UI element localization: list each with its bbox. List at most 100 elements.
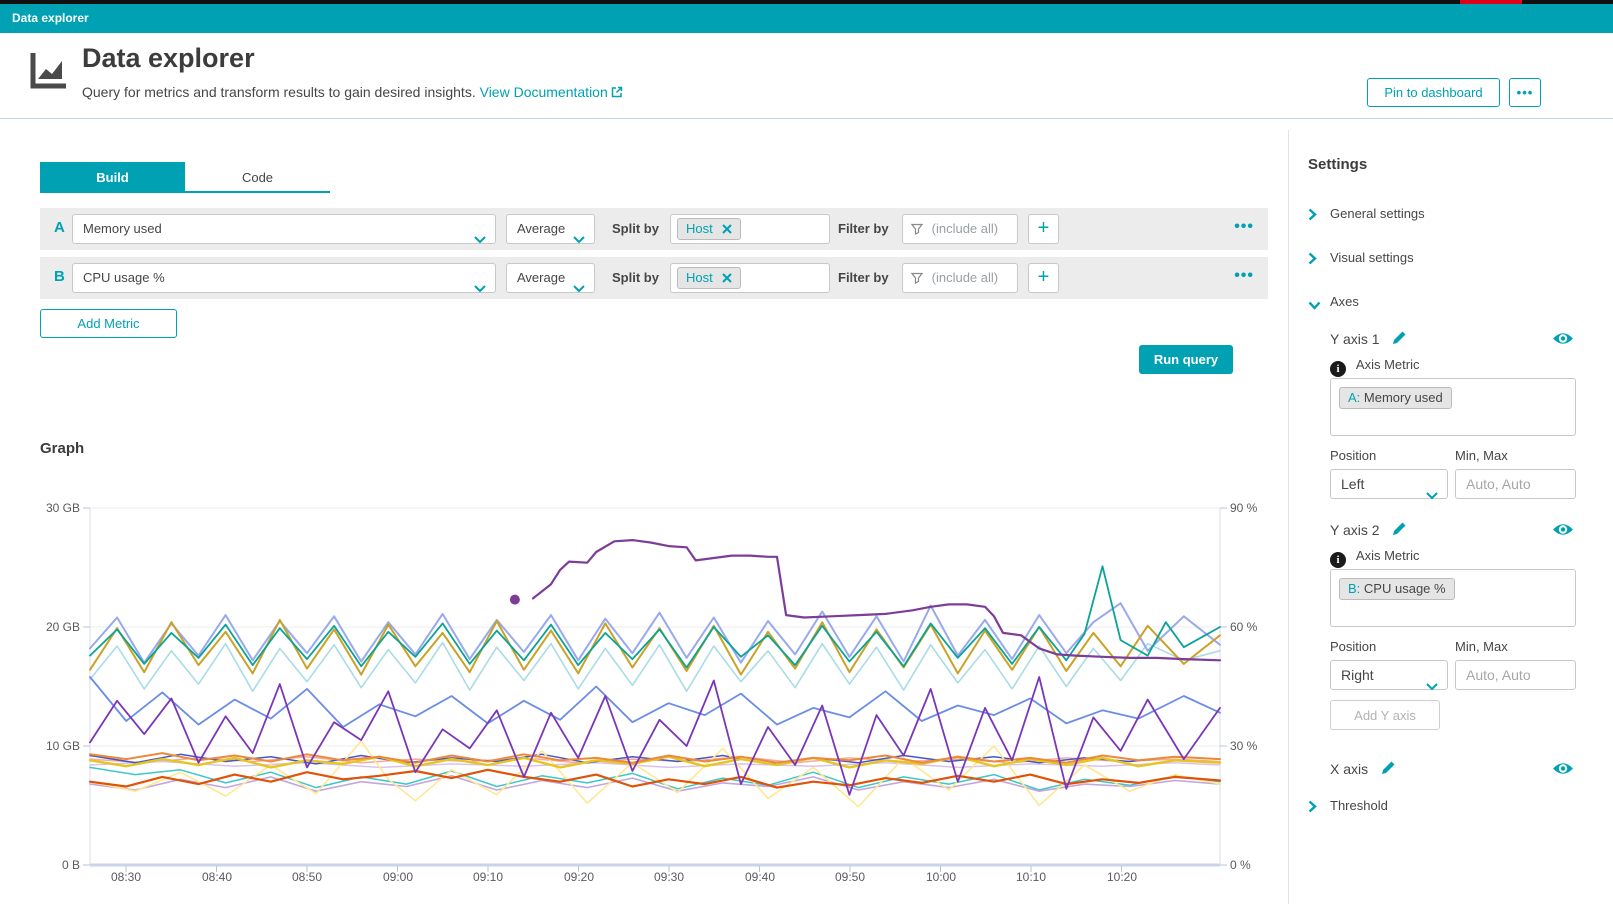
app-tab-bar[interactable]: Data explorer (0, 4, 1613, 33)
series-host-cornflower (90, 677, 1220, 727)
chevron-down-icon (1308, 298, 1321, 313)
split-by-label: Split by (612, 221, 659, 236)
info-icon[interactable]: i (1330, 552, 1346, 568)
metric-letter: A (54, 219, 65, 236)
chevron-right-icon (1308, 252, 1317, 268)
section-threshold[interactable]: Threshold (1308, 797, 1590, 817)
add-y-axis-button[interactable]: Add Y axis (1330, 700, 1440, 730)
x-axis-tick: 09:40 (729, 870, 791, 884)
series-point-dot (510, 595, 520, 605)
filter-input[interactable]: (include all) (902, 214, 1018, 244)
funnel-icon (911, 272, 923, 284)
info-icon[interactable]: i (1330, 361, 1346, 377)
minmax-label: Min, Max (1455, 448, 1508, 463)
series-host-pale-yellow (90, 741, 1220, 807)
page-header: Data explorer Query for metrics and tran… (0, 33, 1613, 119)
page-title: Data explorer (82, 43, 255, 74)
split-by-input[interactable]: Host (670, 214, 830, 244)
filter-by-label: Filter by (838, 221, 889, 236)
add-metric-button[interactable]: Add Metric (40, 309, 177, 338)
axis-metric-row: i Axis Metric (1330, 548, 1419, 568)
y-axis-2-metric-box[interactable]: B: CPU usage % (1330, 569, 1576, 627)
x-axis-tick: 08:40 (186, 870, 248, 884)
y-axis-2-position-select[interactable]: Right (1330, 660, 1448, 690)
minmax-label: Min, Max (1455, 639, 1508, 654)
axis-metric-chip[interactable]: B: CPU usage % (1339, 578, 1455, 600)
metric-row-more-button[interactable]: ••• (1234, 218, 1254, 236)
axis-metric-chip[interactable]: A: Memory used (1339, 387, 1452, 409)
metric-select[interactable]: Memory used (72, 214, 496, 244)
edit-pencil-icon[interactable] (1391, 521, 1407, 537)
y-axis-1-metric-box[interactable]: A: Memory used (1330, 378, 1576, 436)
data-explorer-page: Data explorer Data explorer Query for me… (0, 0, 1613, 904)
chevron-down-icon (474, 275, 486, 303)
chevron-down-icon (1426, 481, 1438, 509)
filter-input[interactable]: (include all) (902, 263, 1018, 293)
y-axis-right-tick: 60 % (1230, 620, 1310, 634)
edit-pencil-icon[interactable] (1391, 330, 1407, 346)
section-axes[interactable]: Axes (1308, 293, 1590, 313)
metric-letter: B (54, 268, 65, 285)
data-explorer-icon (26, 47, 72, 98)
metric-select[interactable]: CPU usage % (72, 263, 496, 293)
split-by-label: Split by (612, 270, 659, 285)
series-host-purple-plateau (533, 540, 1220, 660)
x-axis-header: X axis (1330, 760, 1396, 777)
visibility-eye-icon[interactable] (1552, 522, 1574, 542)
aggregation-select[interactable]: Average (506, 263, 595, 293)
y-axis-2-header: Y axis 2 (1330, 521, 1407, 538)
chevron-down-icon (1426, 672, 1438, 700)
section-visual-settings[interactable]: Visual settings (1308, 249, 1590, 269)
y-axis-left-tick: 0 B (0, 858, 80, 872)
y-axis-right-tick: 90 % (1230, 501, 1310, 515)
graph-panel[interactable]: 30 GB 20 GB 10 GB 0 B 90 % 60 % 30 % 0 %… (0, 430, 1288, 904)
y-axis-right-tick: 30 % (1230, 739, 1310, 753)
split-chip-host[interactable]: Host (677, 267, 741, 289)
close-icon[interactable] (722, 224, 732, 234)
y-axis-right-tick: 0 % (1230, 858, 1310, 872)
x-axis-tick: 08:50 (276, 870, 338, 884)
y-axis-left-tick: 10 GB (0, 739, 80, 753)
x-axis-tick: 09:20 (548, 870, 610, 884)
chart-series-layer (90, 540, 1220, 807)
chevron-right-icon (1308, 800, 1317, 816)
split-by-input[interactable]: Host (670, 263, 830, 293)
x-axis-tick: 10:10 (1000, 870, 1062, 884)
view-documentation-link[interactable]: View Documentation (480, 84, 623, 100)
section-general-settings[interactable]: General settings (1308, 205, 1590, 225)
metric-row-more-button[interactable]: ••• (1234, 267, 1254, 285)
add-transformation-button[interactable]: + (1028, 263, 1059, 293)
visibility-eye-icon[interactable] (1552, 761, 1574, 781)
close-icon[interactable] (722, 273, 732, 283)
x-axis-tick: 09:50 (819, 870, 881, 884)
app-tab-title: Data explorer (12, 11, 89, 25)
series-host-gold (90, 620, 1220, 675)
chevron-down-icon (474, 226, 486, 254)
tab-code[interactable]: Code (185, 162, 330, 193)
add-transformation-button[interactable]: + (1028, 214, 1059, 244)
y-axis-left-tick: 20 GB (0, 620, 80, 634)
pin-to-dashboard-button[interactable]: Pin to dashboard (1367, 78, 1500, 107)
x-axis-tick: 09:30 (638, 870, 700, 884)
run-query-button[interactable]: Run query (1139, 345, 1233, 374)
position-label: Position (1330, 639, 1376, 654)
edit-pencil-icon[interactable] (1380, 760, 1396, 776)
y-axis-1-minmax-input[interactable] (1455, 469, 1576, 499)
split-chip-host[interactable]: Host (677, 218, 741, 240)
subtitle-text: Query for metrics and transform results … (82, 84, 476, 100)
x-axis-tick: 08:30 (95, 870, 157, 884)
tab-build[interactable]: Build (40, 162, 185, 193)
metric-row-a: A Memory used Average Split by Host Filt… (40, 208, 1268, 250)
x-axis-tick: 09:00 (367, 870, 429, 884)
x-axis-tick: 09:10 (457, 870, 519, 884)
aggregation-select[interactable]: Average (506, 214, 595, 244)
y-axis-1-position-select[interactable]: Left (1330, 469, 1448, 499)
y-axis-1-header: Y axis 1 (1330, 330, 1407, 347)
header-more-button[interactable]: ••• (1509, 78, 1541, 107)
x-axis-tick: 10:20 (1091, 870, 1153, 884)
chevron-right-icon (1308, 208, 1317, 224)
x-axis-tick: 10:00 (910, 870, 972, 884)
panel-divider (1288, 130, 1289, 904)
visibility-eye-icon[interactable] (1552, 331, 1574, 351)
y-axis-2-minmax-input[interactable] (1455, 660, 1576, 690)
